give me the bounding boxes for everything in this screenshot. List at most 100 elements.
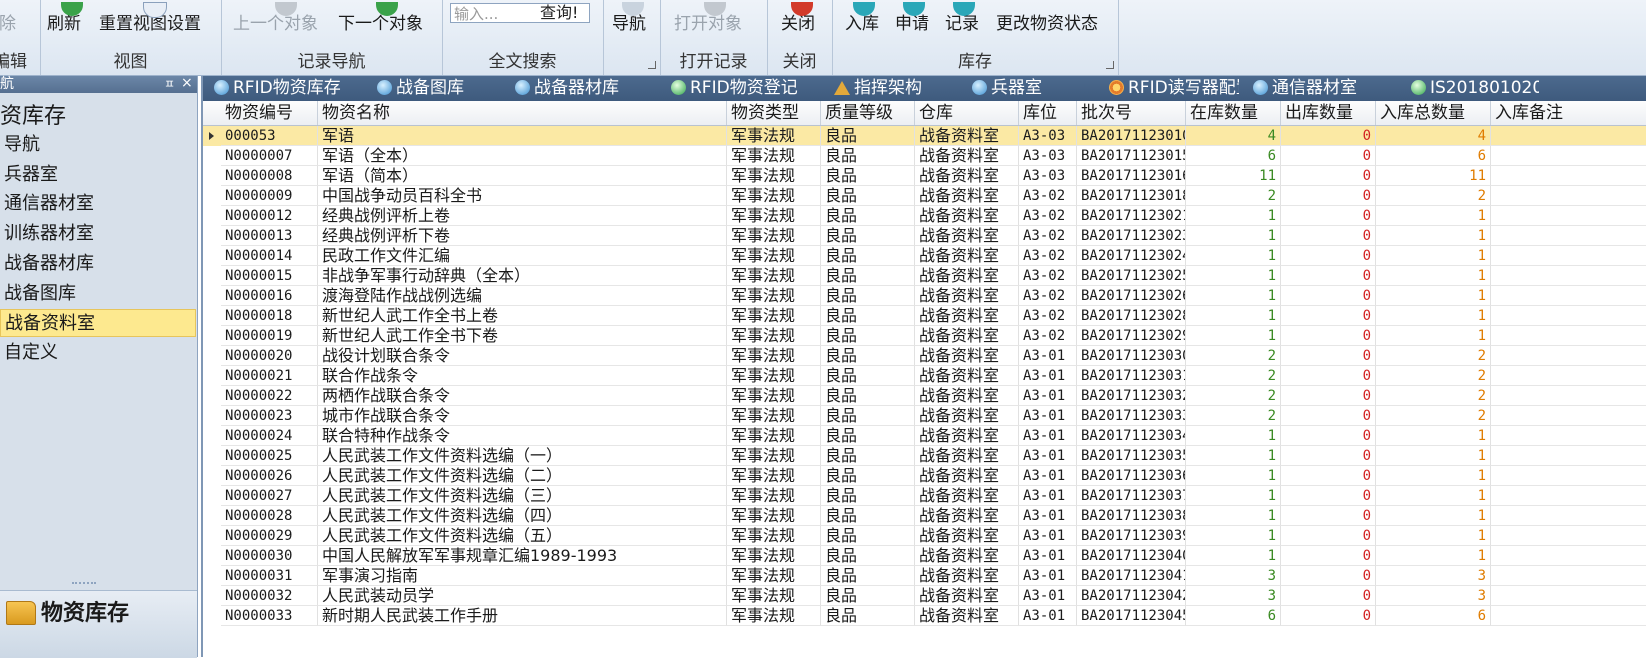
cell-in-remarks[interactable]: [1491, 486, 1646, 506]
cell-total-in-qty[interactable]: 1: [1376, 486, 1491, 506]
cell-warehouse[interactable]: 战备资料室: [915, 486, 1019, 506]
cell-item-name[interactable]: 新时期人民武装工作手册: [318, 606, 727, 626]
cell-out-stock-qty[interactable]: 0: [1281, 566, 1376, 586]
cell-out-stock-qty[interactable]: 0: [1281, 306, 1376, 326]
cell-out-stock-qty[interactable]: 0: [1281, 446, 1376, 466]
cell-out-stock-qty[interactable]: 0: [1281, 386, 1376, 406]
cell-location[interactable]: A3-01: [1019, 566, 1077, 586]
cell-in-remarks[interactable]: [1491, 206, 1646, 226]
cell-item-type[interactable]: 军事法规: [727, 366, 821, 386]
cell-in-remarks[interactable]: [1491, 466, 1646, 486]
cell-item-name[interactable]: 军语: [318, 126, 727, 146]
cell-in-stock-qty[interactable]: 2: [1186, 346, 1281, 366]
cell-in-stock-qty[interactable]: 2: [1186, 366, 1281, 386]
cell-in-remarks[interactable]: [1491, 506, 1646, 526]
document-tab-9[interactable]: IS201801020: [1411, 76, 1539, 101]
cell-in-remarks[interactable]: [1491, 606, 1646, 626]
close-icon[interactable]: ×: [181, 75, 193, 92]
cell-out-stock-qty[interactable]: 0: [1281, 366, 1376, 386]
cell-location[interactable]: A3-01: [1019, 546, 1077, 566]
cell-location[interactable]: A3-01: [1019, 506, 1077, 526]
cell-quality[interactable]: 良品: [821, 326, 915, 346]
cell-item-code[interactable]: N0000028: [221, 506, 318, 526]
cell-out-stock-qty[interactable]: 0: [1281, 486, 1376, 506]
cell-batch-no[interactable]: BA20171123035: [1077, 446, 1186, 466]
cell-batch-no[interactable]: BA20171123018: [1077, 186, 1186, 206]
group-launcher-icon[interactable]: [648, 61, 656, 69]
cell-item-type[interactable]: 军事法规: [727, 286, 821, 306]
document-tab-3[interactable]: 战备器材库: [515, 76, 665, 101]
cell-in-remarks[interactable]: [1491, 186, 1646, 206]
nav-item-8[interactable]: 自定义: [0, 339, 196, 367]
cell-out-stock-qty[interactable]: 0: [1281, 226, 1376, 246]
cell-total-in-qty[interactable]: 1: [1376, 306, 1491, 326]
cell-batch-no[interactable]: BA20171123025: [1077, 266, 1186, 286]
cell-in-remarks[interactable]: [1491, 526, 1646, 546]
cell-out-stock-qty[interactable]: 0: [1281, 546, 1376, 566]
document-tab-8[interactable]: 通信器材室: [1253, 76, 1403, 101]
cell-warehouse[interactable]: 战备资料室: [915, 426, 1019, 446]
refresh-button[interactable]: 刷新: [47, 2, 83, 38]
cell-out-stock-qty[interactable]: 0: [1281, 466, 1376, 486]
cell-warehouse[interactable]: 战备资料室: [915, 366, 1019, 386]
cell-item-name[interactable]: 两栖作战联合条令: [318, 386, 727, 406]
change-status-button[interactable]: 更改物资状态: [996, 10, 1098, 38]
table-row[interactable]: N0000012 经典战例评析上卷 军事法规 良品 战备资料室 A3-02 BA201711…: [203, 206, 1646, 226]
cell-total-in-qty[interactable]: 1: [1376, 426, 1491, 446]
cell-quality[interactable]: 良品: [821, 426, 915, 446]
table-row[interactable]: N0000009 中国战争动员百科全书 军事法规 良品 战备资料室 A3-02 BA2017…: [203, 186, 1646, 206]
nav-item-7[interactable]: 战备资料室: [0, 309, 196, 337]
cell-warehouse[interactable]: 战备资料室: [915, 326, 1019, 346]
cell-out-stock-qty[interactable]: 0: [1281, 186, 1376, 206]
table-row[interactable]: N0000028 人民武装工作文件资料选编（四） 军事法规 良品 战备资料室 A3-01 B…: [203, 506, 1646, 526]
cell-total-in-qty[interactable]: 1: [1376, 526, 1491, 546]
cell-item-type[interactable]: 军事法规: [727, 606, 821, 626]
cell-in-remarks[interactable]: [1491, 286, 1646, 306]
cell-quality[interactable]: 良品: [821, 306, 915, 326]
cell-location[interactable]: A3-01: [1019, 426, 1077, 446]
cell-item-type[interactable]: 军事法规: [727, 226, 821, 246]
cell-total-in-qty[interactable]: 2: [1376, 366, 1491, 386]
cell-item-type[interactable]: 军事法规: [727, 546, 821, 566]
table-row[interactable]: N0000007 军语（全本） 军事法规 良品 战备资料室 A3-03 BA20171123…: [203, 146, 1646, 166]
cell-item-code[interactable]: N0000032: [221, 586, 318, 606]
table-row[interactable]: N0000023 城市作战联合条令 军事法规 良品 战备资料室 A3-01 BA201711…: [203, 406, 1646, 426]
column-header-out-stock-qty[interactable]: 出库数量: [1281, 101, 1376, 125]
cell-item-type[interactable]: 军事法规: [727, 406, 821, 426]
cell-item-type[interactable]: 军事法规: [727, 586, 821, 606]
cell-in-stock-qty[interactable]: 1: [1186, 486, 1281, 506]
table-row[interactable]: N0000019 新世纪人武工作全书下卷 军事法规 良品 战备资料室 A3-02 BA201…: [203, 326, 1646, 346]
cell-in-stock-qty[interactable]: 1: [1186, 546, 1281, 566]
cell-item-code[interactable]: N0000025: [221, 446, 318, 466]
cell-item-code[interactable]: N0000030: [221, 546, 318, 566]
cell-batch-no[interactable]: BA20171123029: [1077, 326, 1186, 346]
cell-item-type[interactable]: 军事法规: [727, 446, 821, 466]
cell-item-code[interactable]: N0000012: [221, 206, 318, 226]
cell-quality[interactable]: 良品: [821, 506, 915, 526]
cell-in-remarks[interactable]: [1491, 166, 1646, 186]
cell-quality[interactable]: 良品: [821, 126, 915, 146]
cell-batch-no[interactable]: BA20171123042: [1077, 586, 1186, 606]
cell-out-stock-qty[interactable]: 0: [1281, 206, 1376, 226]
cell-batch-no[interactable]: BA20171123023: [1077, 226, 1186, 246]
cell-total-in-qty[interactable]: 2: [1376, 186, 1491, 206]
cell-item-code[interactable]: N0000013: [221, 226, 318, 246]
cell-out-stock-qty[interactable]: 0: [1281, 246, 1376, 266]
cell-location[interactable]: A3-01: [1019, 606, 1077, 626]
cell-item-name[interactable]: 非战争军事行动辞典（全本）: [318, 266, 727, 286]
cell-item-name[interactable]: 军语（简本）: [318, 166, 727, 186]
cell-location[interactable]: A3-02: [1019, 186, 1077, 206]
cell-out-stock-qty[interactable]: 0: [1281, 326, 1376, 346]
cell-in-stock-qty[interactable]: 4: [1186, 126, 1281, 146]
cell-in-stock-qty[interactable]: 2: [1186, 186, 1281, 206]
table-row[interactable]: N0000026 人民武装工作文件资料选编（二） 军事法规 良品 战备资料室 A3-01 B…: [203, 466, 1646, 486]
cell-warehouse[interactable]: 战备资料室: [915, 246, 1019, 266]
cell-warehouse[interactable]: 战备资料室: [915, 286, 1019, 306]
cell-item-name[interactable]: 渡海登陆作战战例选编: [318, 286, 727, 306]
cell-location[interactable]: A3-03: [1019, 126, 1077, 146]
cell-item-name[interactable]: 军语（全本）: [318, 146, 727, 166]
table-row[interactable]: N0000033 新时期人民武装工作手册 军事法规 良品 战备资料室 A3-01 BA201…: [203, 606, 1646, 626]
cell-batch-no[interactable]: BA20171123034: [1077, 426, 1186, 446]
splitter-grip[interactable]: [72, 582, 96, 588]
cell-batch-no[interactable]: BA20171123024: [1077, 246, 1186, 266]
